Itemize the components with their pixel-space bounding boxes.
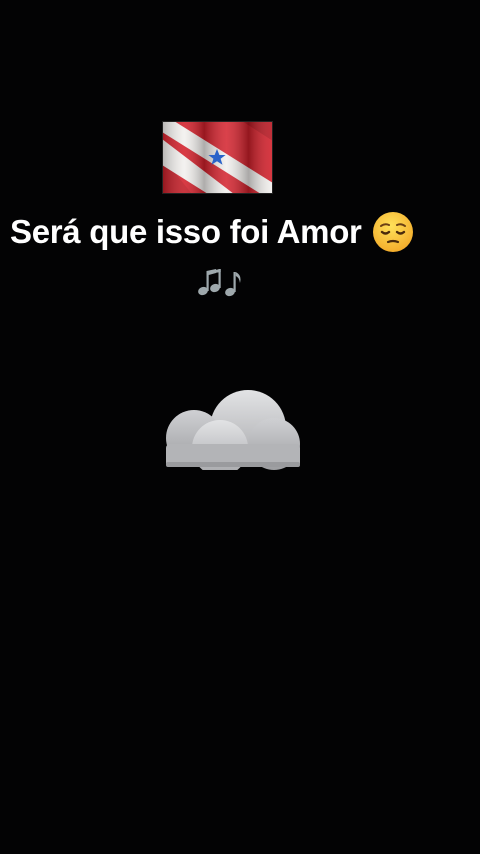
pensive-face-icon [372, 211, 414, 253]
cloud-icon [162, 388, 302, 470]
para-flag-icon [162, 121, 273, 194]
story-screen: Será que isso foi Amor [0, 0, 480, 854]
story-caption: Será que isso foi Amor [10, 208, 414, 256]
musical-notes-icon [196, 265, 244, 299]
caption-text: Será que isso foi Amor [10, 213, 362, 250]
